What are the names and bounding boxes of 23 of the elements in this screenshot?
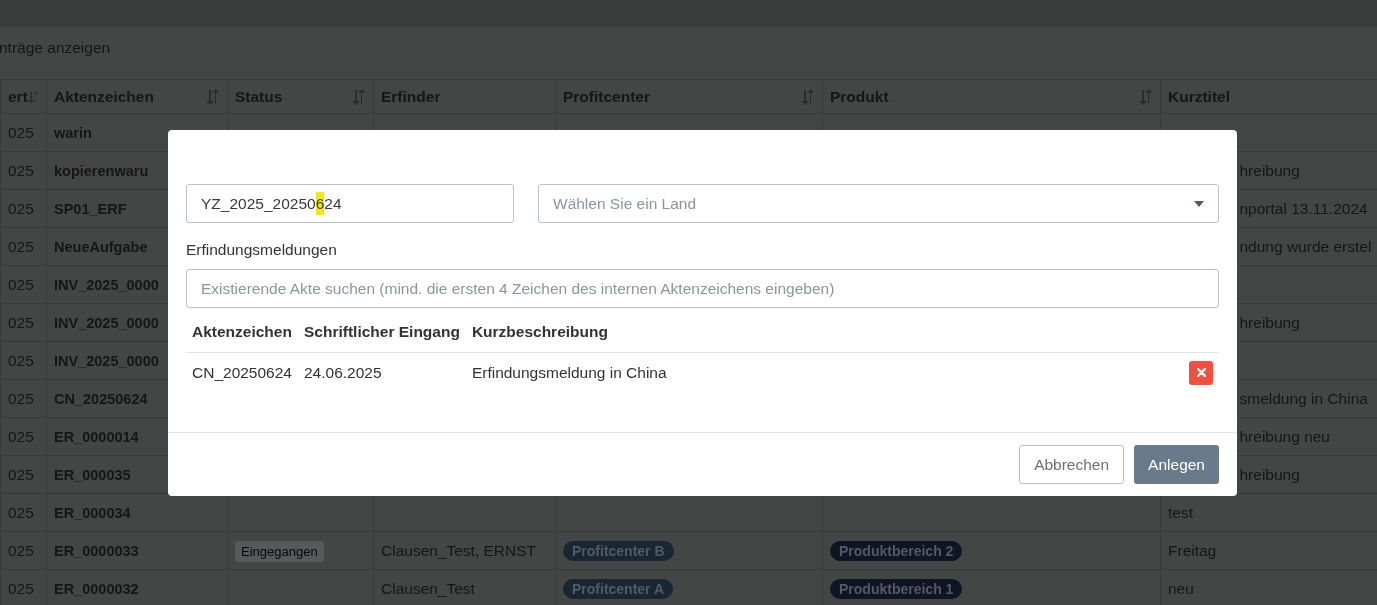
produkt-tag: Produktbereich 2 <box>830 540 963 561</box>
file-number-field[interactable]: YZ_2025_20250624 <box>186 184 514 223</box>
column-header: Schriftlicher Eingang <box>298 312 466 352</box>
country-select[interactable]: Wählen Sie ein Land <box>538 184 1219 223</box>
search-field[interactable]: Existierende Akte suchen (mind. die ersten 4 Zeichen des internen Aktenzeichens eingeben) <box>186 269 1219 309</box>
sort-icon[interactable] <box>352 88 366 105</box>
sort-icon[interactable] <box>801 88 815 105</box>
section-label: Erfindungsmeldungen <box>186 241 337 258</box>
table-cell: 24.06.2025 <box>298 352 466 392</box>
produkt-tag: Produktbereich 1 <box>830 578 963 599</box>
create-button[interactable]: Anlegen <box>1134 445 1219 484</box>
status-tag: Eingegangen <box>235 540 324 562</box>
close-icon <box>1196 368 1206 377</box>
sort-icon[interactable] <box>1139 88 1153 105</box>
caret-icon <box>1194 200 1204 207</box>
delete-button[interactable] <box>1189 360 1213 385</box>
sort-icon[interactable] <box>27 88 39 105</box>
column-header: Kurzbeschreibung <box>465 312 673 352</box>
sort-icon[interactable] <box>206 88 220 105</box>
table-cell: Erfindungsmeldung in China <box>465 352 673 392</box>
table-cell: CN_20250624 <box>186 352 298 392</box>
column-header: Aktenzeichen <box>186 312 298 352</box>
cancel-button[interactable]: Abbrechen <box>1019 445 1125 484</box>
